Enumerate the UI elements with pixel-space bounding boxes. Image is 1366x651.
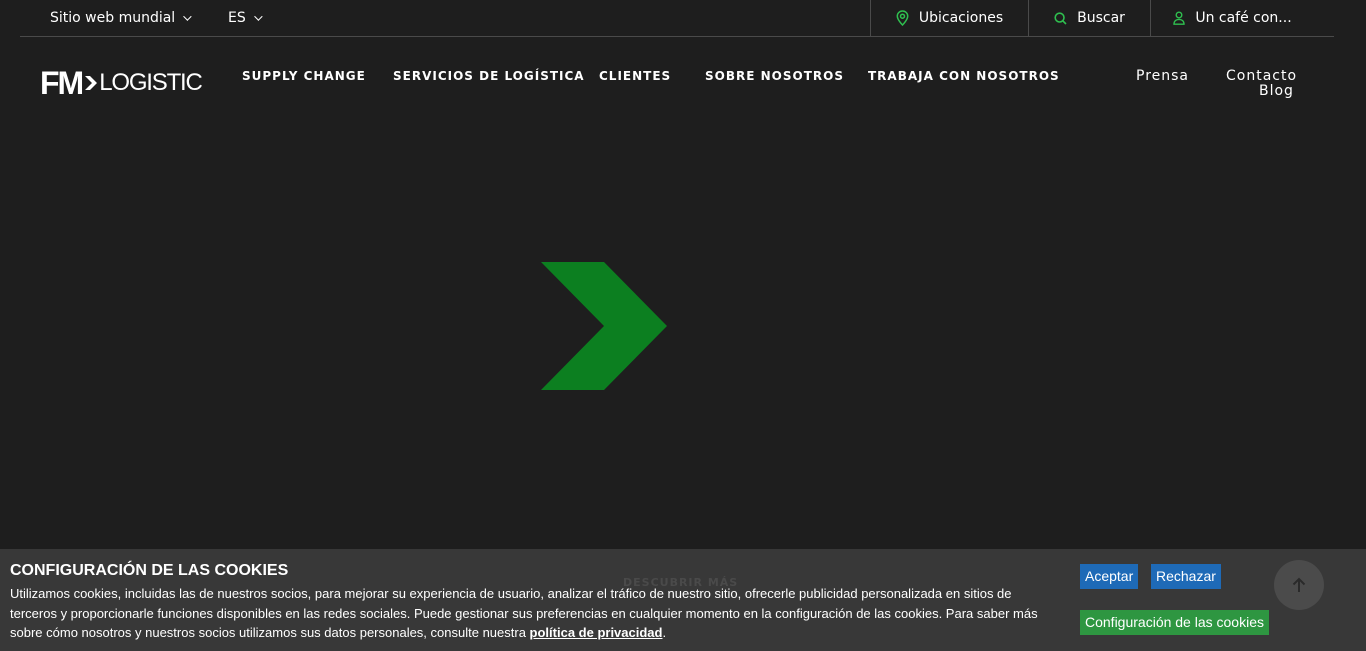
nav-clientes[interactable]: CLIENTES (599, 69, 671, 83)
locations-link[interactable]: Ubicaciones (870, 0, 1028, 36)
chevron-down-icon (183, 12, 192, 21)
top-utility-bar: Sitio web mundial ES Ubicaciones Buscar … (20, 0, 1334, 37)
language-selector[interactable]: ES (228, 0, 263, 36)
logo-fm: FM (40, 65, 84, 101)
arrow-up-icon (1292, 577, 1306, 592)
fm-logistic-logo[interactable]: FM LOGISTIC (40, 65, 203, 101)
site-selector-label: Sitio web mundial (50, 10, 176, 26)
nav-servicios-logistica[interactable]: SERVICIOS DE LOGÍSTICA (393, 69, 585, 83)
nav-supply-change[interactable]: SUPPLY CHANGE (242, 69, 366, 83)
cookie-banner: DESCUBRIR MÁS CONFIGURACIÓN DE LAS COOKI… (0, 549, 1366, 651)
search-label: Buscar (1077, 10, 1125, 26)
cookie-title: CONFIGURACIÓN DE LAS COOKIES (10, 562, 289, 579)
user-icon (1173, 11, 1186, 25)
logo-word: LOGISTIC (99, 69, 203, 96)
press-link[interactable]: Prensa (1136, 68, 1189, 84)
blog-link[interactable]: Blog (1259, 83, 1294, 99)
cookie-text-end: . (662, 625, 667, 640)
search-icon (1054, 11, 1067, 25)
logo-chevron-icon (85, 76, 98, 90)
reject-cookies-button[interactable]: Rechazar (1151, 564, 1221, 589)
language-label: ES (228, 10, 246, 26)
cookie-text: Utilizamos cookies, incluidas las de nue… (10, 586, 1038, 640)
scroll-to-top-button[interactable] (1274, 560, 1324, 610)
chevron-down-icon (253, 12, 263, 21)
locations-label: Ubicaciones (918, 10, 1004, 26)
cookie-description: Utilizamos cookies, incluidas las de nue… (10, 584, 1058, 643)
map-pin-icon (896, 10, 909, 26)
site-selector[interactable]: Sitio web mundial (50, 0, 192, 36)
contact-link[interactable]: Contacto (1226, 68, 1297, 84)
brand-chevron-graphic (541, 262, 667, 390)
privacy-policy-link[interactable]: política de privacidad (530, 625, 663, 640)
nav-trabaja-con-nosotros[interactable]: TRABAJA CON NOSOTROS (868, 69, 1060, 83)
accept-cookies-button[interactable]: Aceptar (1080, 564, 1139, 589)
nav-sobre-nosotros[interactable]: SOBRE NOSOTROS (705, 69, 844, 83)
coffee-link[interactable]: Un café con... (1150, 0, 1314, 36)
coffee-label: Un café con... (1195, 10, 1292, 26)
cookie-settings-button[interactable]: Configuración de las cookies (1080, 610, 1269, 635)
search-link[interactable]: Buscar (1028, 0, 1150, 36)
